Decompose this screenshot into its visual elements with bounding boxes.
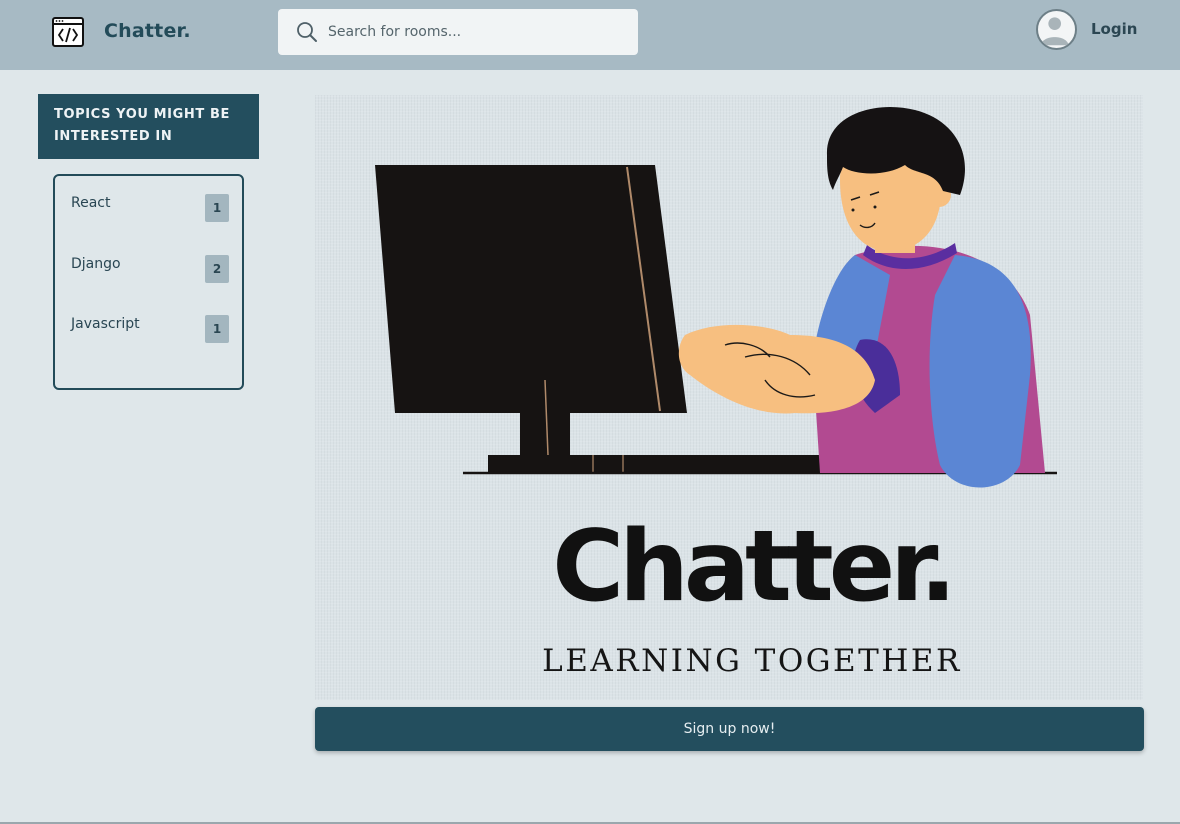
topic-item-javascript[interactable]: Javascript 1 [71, 313, 229, 343]
top-navbar: Chatter. Login [0, 0, 1180, 70]
hero-tagline: LEARNING TOGETHER [542, 643, 962, 679]
topic-label: Django [71, 256, 121, 272]
topics-heading: TOPICS YOU MIGHT BE INTERESTED IN [38, 94, 259, 159]
topics-list: React 1 Django 2 Javascript 1 [53, 174, 244, 390]
brand-name[interactable]: Chatter. [104, 20, 191, 42]
search-input[interactable] [328, 24, 628, 40]
person-at-computer-illustration [375, 107, 1057, 488]
hero-title: Chatter. [552, 510, 957, 624]
search-bar[interactable] [278, 9, 638, 55]
search-icon [297, 22, 317, 42]
topic-item-django[interactable]: Django 2 [71, 253, 229, 283]
topic-count-badge: 2 [205, 255, 229, 283]
topic-item-react[interactable]: React 1 [71, 192, 229, 222]
topic-count-badge: 1 [205, 194, 229, 222]
avatar[interactable] [1036, 9, 1077, 50]
user-icon [1040, 17, 1069, 46]
signup-button[interactable]: Sign up now! [315, 707, 1144, 751]
topic-label: Javascript [71, 316, 140, 332]
login-link[interactable]: Login [1091, 20, 1137, 38]
hero-banner: Chatter. LEARNING TOGETHER [315, 95, 1143, 700]
topic-label: React [71, 195, 111, 211]
code-window-icon[interactable] [52, 17, 84, 47]
topic-count-badge: 1 [205, 315, 229, 343]
